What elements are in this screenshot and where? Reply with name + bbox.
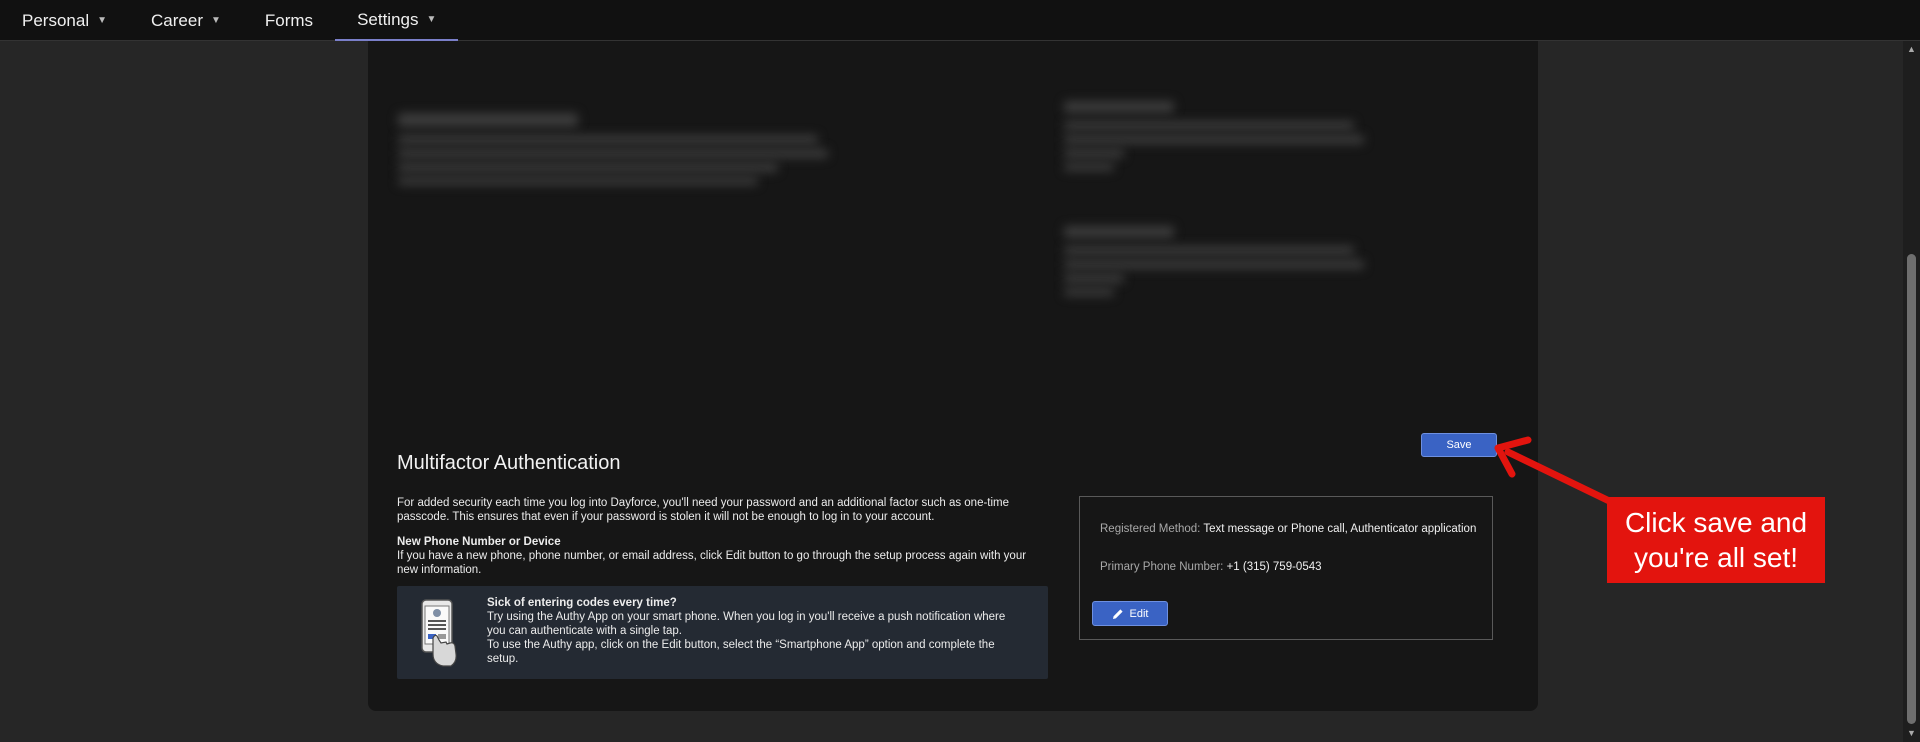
nav-personal[interactable]: Personal ▼ <box>0 0 129 41</box>
settings-panel: Save Multifactor Authentication For adde… <box>368 41 1538 711</box>
primary-phone-row: Primary Phone Number: +1 (315) 759-0543 <box>1100 560 1480 574</box>
authy-heading: Sick of entering codes every time? <box>487 597 677 609</box>
scroll-up-arrow-icon[interactable]: ▲ <box>1903 41 1920 58</box>
blurred-content <box>398 101 1498 401</box>
registered-method-value: Text message or Phone call, Authenticato… <box>1203 523 1477 535</box>
caret-down-icon: ▼ <box>210 15 221 26</box>
edit-button[interactable]: Edit <box>1092 601 1168 626</box>
scroll-down-arrow-icon[interactable]: ▼ <box>1903 725 1920 742</box>
registered-method-label: Registered Method: <box>1100 523 1201 535</box>
edit-button-label: Edit <box>1129 607 1149 620</box>
top-navigation: Personal ▼ Career ▼ Forms Settings ▼ <box>0 0 1920 41</box>
annotation-callout: Click save and you're all set! <box>1607 497 1825 583</box>
vertical-scrollbar[interactable]: ▲ ▼ <box>1903 41 1920 742</box>
caret-down-icon: ▼ <box>97 15 108 26</box>
nav-settings[interactable]: Settings ▼ <box>335 0 459 41</box>
nav-forms-label: Forms <box>264 10 314 30</box>
caret-down-icon: ▼ <box>426 14 437 25</box>
primary-phone-label: Primary Phone Number: <box>1100 561 1224 573</box>
pencil-icon <box>1112 608 1123 619</box>
nav-settings-label: Settings <box>357 9 419 29</box>
registered-method-card: Registered Method: Text message or Phone… <box>1079 496 1493 640</box>
scrollbar-thumb[interactable] <box>1907 254 1916 724</box>
authy-promo-text: Sick of entering codes every time? Try u… <box>487 596 1027 666</box>
annotation-line-1: Click save and <box>1624 507 1808 538</box>
new-device-text: If you have a new phone, phone number, o… <box>397 550 1027 576</box>
nav-career-label: Career <box>151 10 203 30</box>
annotation-line-2: you're all set! <box>1633 542 1799 573</box>
nav-career[interactable]: Career ▼ <box>129 0 243 41</box>
authy-line-1: Try using the Authy App on your smart ph… <box>487 611 1006 637</box>
primary-phone-value: +1 (315) 759-0543 <box>1226 561 1322 573</box>
nav-personal-label: Personal <box>22 10 90 30</box>
save-button[interactable]: Save <box>1421 433 1497 457</box>
mfa-section-title: Multifactor Authentication <box>397 452 621 474</box>
mfa-description: For added security each time you log int… <box>397 496 1047 577</box>
new-device-heading: New Phone Number or Device <box>397 536 561 548</box>
registered-method-row: Registered Method: Text message or Phone… <box>1100 522 1480 536</box>
mfa-intro-text: For added security each time you log int… <box>397 497 1010 523</box>
authy-promo-box: Sick of entering codes every time? Try u… <box>397 586 1048 679</box>
smartphone-tap-icon <box>421 599 457 667</box>
authy-line-2: To use the Authy app, click on the Edit … <box>487 639 995 665</box>
nav-forms[interactable]: Forms <box>243 0 335 41</box>
